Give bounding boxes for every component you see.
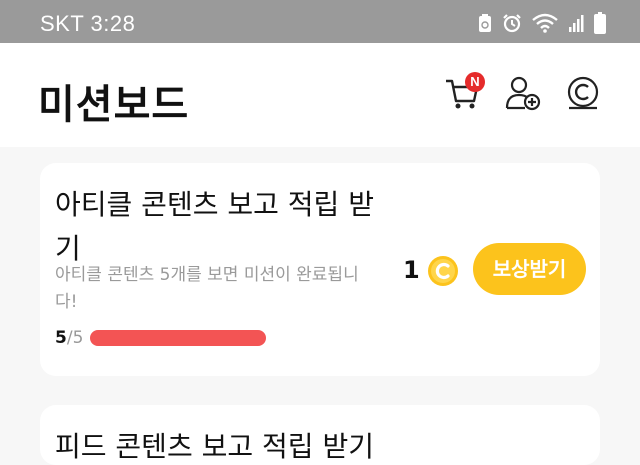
mission-card: 아티클 콘텐츠 보고 적립 받기 아티클 콘텐츠 5개를 보면 미션이 완료됩니…: [40, 163, 600, 376]
mission-title: 아티클 콘텐츠 보고 적립 받기: [55, 188, 374, 265]
page-title: 미션보드: [38, 82, 190, 128]
mission-description: 아티클 콘텐츠 5개를 보면 미션이 완료됩니다!: [55, 265, 359, 312]
reward-amount: 1: [403, 256, 420, 284]
recycle-icon: [479, 14, 491, 32]
signal-icon: [569, 15, 584, 32]
wifi-icon: [532, 13, 558, 33]
add-friend-icon[interactable]: [505, 75, 541, 111]
battery-icon: [594, 12, 606, 34]
cart-new-badge: N: [465, 72, 485, 92]
mission-title: 피드 콘텐츠 보고 적립 받기: [55, 430, 374, 463]
status-bar: SKT 3:28: [0, 0, 640, 43]
gold-coin-icon: [428, 256, 458, 286]
alarm-icon: [503, 14, 521, 33]
claim-reward-button[interactable]: 보상받기: [473, 243, 586, 295]
carrier-time: SKT 3:28: [40, 11, 136, 36]
progress-bar: [90, 330, 267, 346]
app-header: 미션보드 N: [0, 43, 640, 147]
coin-icon[interactable]: [565, 75, 601, 111]
progress-current: 5: [55, 328, 67, 348]
progress-bar-fill: [90, 330, 267, 346]
mission-progress: 5 /5: [55, 328, 267, 348]
progress-total: /5: [66, 328, 84, 348]
status-icons: [478, 12, 606, 34]
mission-card: 피드 콘텐츠 보고 적립 받기: [40, 405, 600, 465]
